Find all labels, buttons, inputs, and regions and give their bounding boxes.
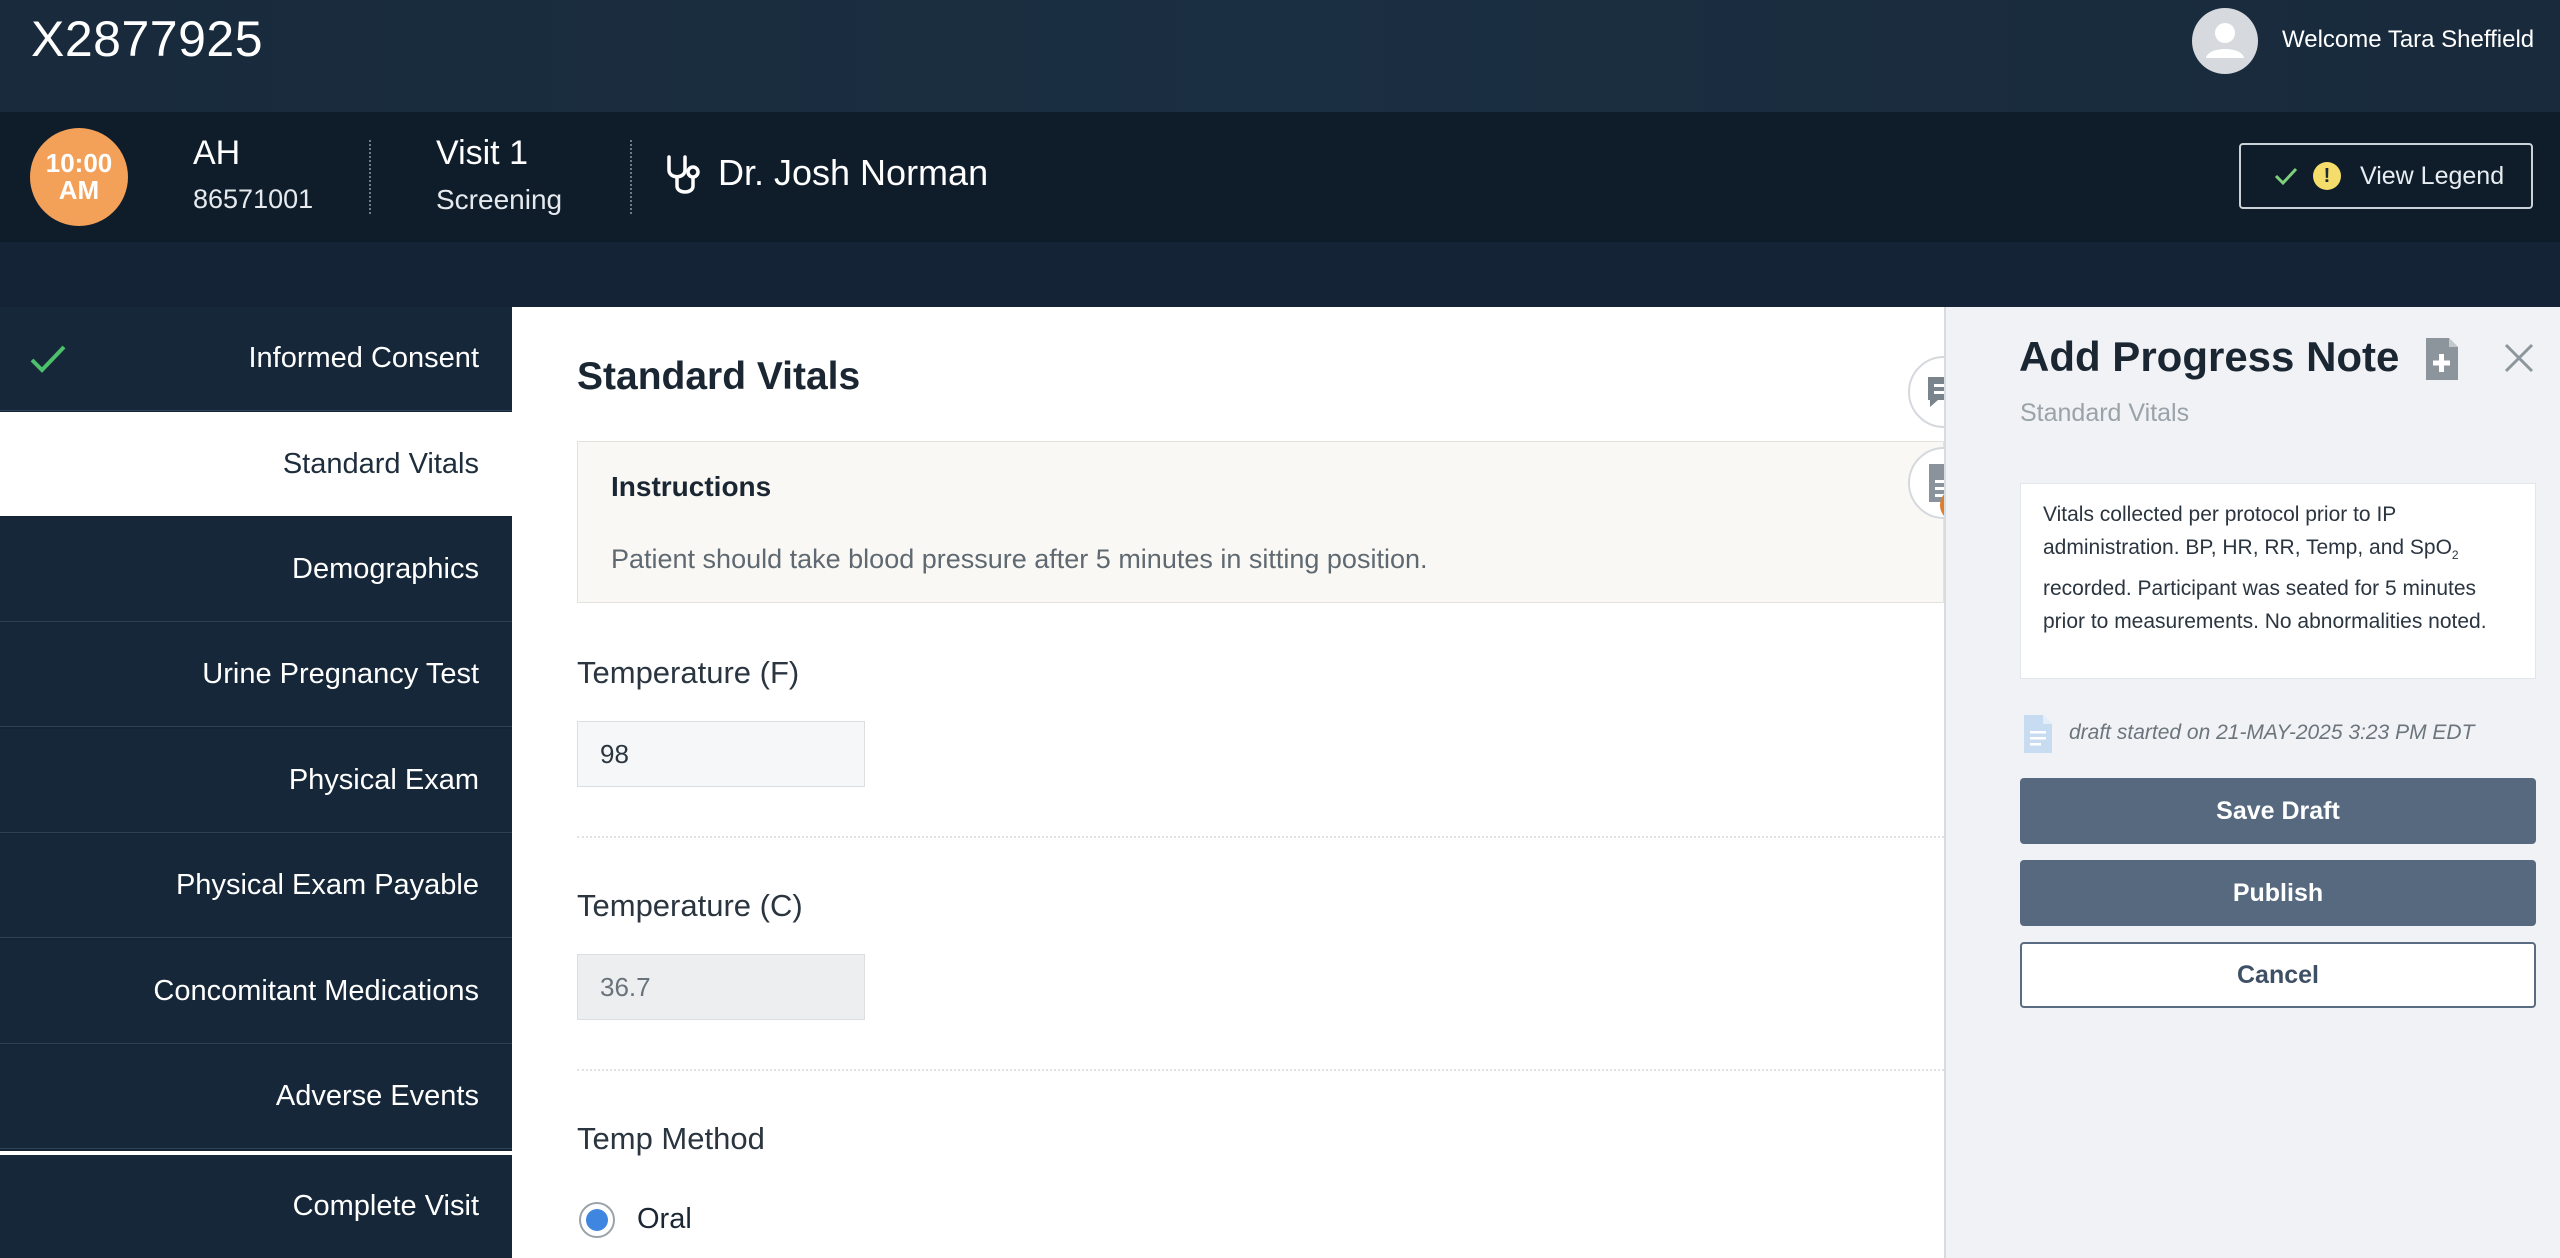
visit-title: Visit 1 xyxy=(436,134,528,172)
publish-button[interactable]: Publish xyxy=(2020,860,2536,926)
sidebar-item-label: Physical Exam Payable xyxy=(175,869,479,901)
warning-icon: ! xyxy=(2313,162,2341,190)
user-icon xyxy=(2206,23,2244,58)
divider xyxy=(630,140,632,214)
temp-method-oral-label[interactable]: Oral xyxy=(637,1203,692,1236)
page-title: Standard Vitals xyxy=(577,355,861,398)
divider xyxy=(577,836,1944,838)
save-draft-button[interactable]: Save Draft xyxy=(2020,778,2536,844)
sidebar-item-label: Concomitant Medications xyxy=(153,975,479,1007)
patient-bar: 10:00 AM AH 86571001 Visit 1 Screening D… xyxy=(0,112,2560,242)
note-subscript: 2 xyxy=(2451,548,2459,563)
appointment-time: 10:00 xyxy=(45,148,113,178)
sidebar-item-physical-exam-payable[interactable]: Physical Exam Payable xyxy=(0,834,512,938)
sidebar-item-physical-exam[interactable]: Physical Exam xyxy=(0,729,512,833)
instructions-title: Instructions xyxy=(611,471,772,502)
sidebar-item-label: Adverse Events xyxy=(275,1080,479,1112)
stethoscope-icon xyxy=(667,155,700,194)
visit-type: Screening xyxy=(436,184,563,215)
divider xyxy=(577,1069,1944,1071)
temperature-f-input[interactable]: 98 xyxy=(577,721,865,787)
view-legend-button[interactable]: ! View Legend xyxy=(2239,143,2533,209)
cancel-button[interactable]: Cancel xyxy=(2020,942,2536,1008)
view-legend-label: View Legend xyxy=(2360,161,2505,190)
welcome-text: Welcome Tara Sheffield xyxy=(2282,26,2535,53)
temperature-c-input: 36.7 xyxy=(577,954,865,1020)
close-icon[interactable] xyxy=(2502,341,2536,375)
sidebar-item-standard-vitals[interactable]: Standard Vitals xyxy=(0,412,512,516)
temp-method-label: Temp Method xyxy=(577,1121,765,1156)
temp-method-oral-radio[interactable] xyxy=(579,1202,615,1238)
appointment-time-badge: 10:00 AM xyxy=(30,128,128,226)
divider xyxy=(369,140,371,214)
main-content: Standard Vitals Instructions Patient sho… xyxy=(512,307,1944,1258)
sidebar-item-label: Informed Consent xyxy=(248,342,479,374)
add-document-icon[interactable] xyxy=(2422,335,2462,383)
panel-title: Add Progress Note xyxy=(2019,333,2400,380)
sidebar-item-adverse-events[interactable]: Adverse Events xyxy=(0,1045,512,1149)
sidebar-item-concomitant-medications[interactable]: Concomitant Medications xyxy=(0,940,512,1044)
avatar[interactable] xyxy=(2192,8,2258,74)
appointment-period: AM xyxy=(58,175,100,205)
progress-note-panel: Add Progress Note Standard Vitals Vitals… xyxy=(1944,307,2560,1258)
sidebar-item-label: Urine Pregnancy Test xyxy=(202,658,479,690)
progress-note-text[interactable]: Vitals collected per protocol prior to I… xyxy=(2020,483,2536,679)
sidebar-item-label: Demographics xyxy=(292,553,479,585)
draft-status: draft started on 21-MAY-2025 3:23 PM EDT xyxy=(2069,721,2475,744)
top-bar: X2877925 Welcome Tara Sheffield xyxy=(0,0,2560,112)
draft-document-icon xyxy=(2024,715,2052,753)
check-icon xyxy=(30,345,66,373)
patient-id: 86571001 xyxy=(193,184,314,214)
panel-subtitle: Standard Vitals xyxy=(2020,399,2190,427)
sidebar: Informed Consent Standard Vitals Demogra… xyxy=(0,307,512,1258)
sidebar-item-informed-consent[interactable]: Informed Consent xyxy=(0,307,512,411)
note-text: Vitals collected per protocol prior to I… xyxy=(2043,503,2452,559)
study-id: X2877925 xyxy=(31,11,264,67)
complete-visit-button[interactable]: Complete Visit xyxy=(0,1151,512,1258)
sidebar-item-label: Physical Exam xyxy=(288,764,479,796)
instructions-box: Instructions Patient should take blood p… xyxy=(577,441,1944,603)
temperature-c-label: Temperature (C) xyxy=(577,888,803,923)
sidebar-item-label: Standard Vitals xyxy=(282,447,479,480)
note-text-continued: recorded. Participant was seated for 5 m… xyxy=(2043,577,2487,634)
instructions-text: Patient should take blood pressure after… xyxy=(611,544,1428,574)
doctor-name: Dr. Josh Norman xyxy=(718,152,989,193)
sidebar-item-demographics[interactable]: Demographics xyxy=(0,518,512,622)
patient-initials: AH xyxy=(193,134,241,172)
temperature-f-label: Temperature (F) xyxy=(577,655,800,690)
check-icon xyxy=(2274,167,2298,186)
sidebar-item-urine-pregnancy-test[interactable]: Urine Pregnancy Test xyxy=(0,623,512,727)
complete-visit-label: Complete Visit xyxy=(292,1190,479,1222)
